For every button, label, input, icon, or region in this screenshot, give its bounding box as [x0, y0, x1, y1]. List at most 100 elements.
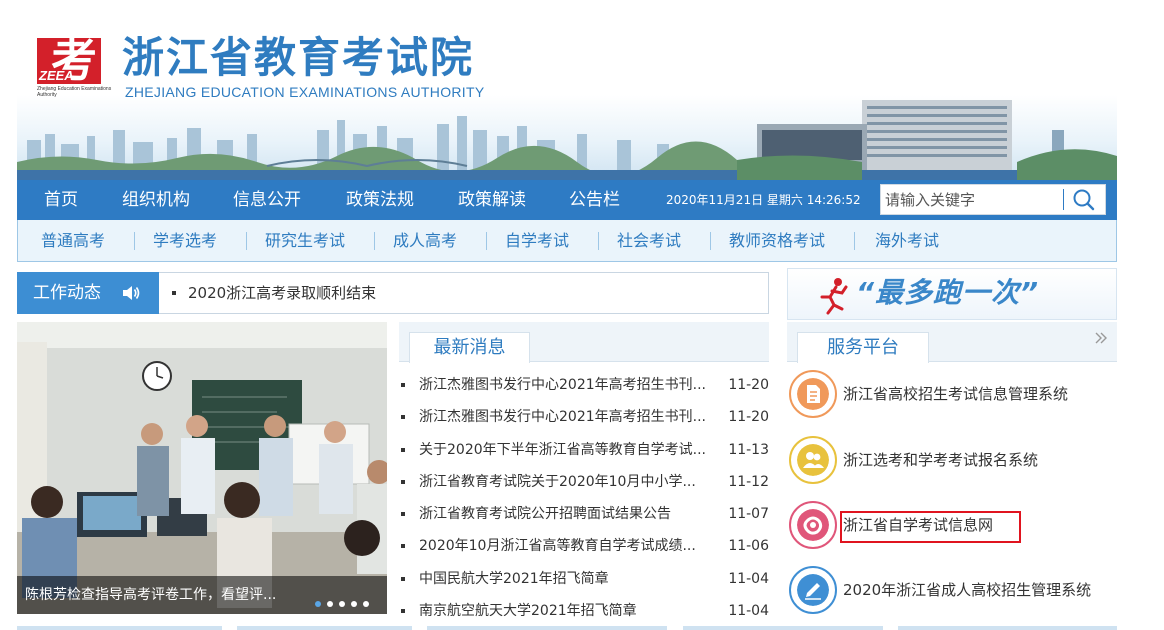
news-date: 11-13 [728, 441, 769, 458]
nav-item-policy-interpretation[interactable]: 政策解读 [458, 180, 526, 220]
subnav-item-graduate[interactable]: 研究生考试 [265, 220, 345, 262]
work-news-label: 工作动态 [17, 272, 159, 314]
subnav-separator [710, 232, 711, 250]
search-input[interactable] [881, 185, 1061, 214]
subnav-separator [486, 232, 487, 250]
site-subtitle: ZHEJIANG EDUCATION EXAMINATIONS AUTHORIT… [125, 84, 485, 100]
nav-item-organization[interactable]: 组织机构 [122, 180, 190, 220]
service-icon-ring [789, 501, 837, 549]
main-nav: 首页 组织机构 信息公开 政策法规 政策解读 公告栏 2020年11月21日 星… [17, 180, 1117, 220]
search-box [880, 184, 1106, 215]
work-news-label-text: 工作动态 [33, 283, 101, 303]
slide-dot[interactable] [363, 601, 369, 607]
subnav-item-overseas[interactable]: 海外考试 [875, 220, 939, 262]
highlight-box [840, 511, 1021, 543]
service-label[interactable]: 浙江选考和学考考试报名系统 [843, 434, 1038, 486]
logo-subtext: Zhejiang Education Examinations Authorit… [37, 86, 112, 98]
bottom-banner-strip [898, 626, 1117, 630]
site-title[interactable]: 浙江省教育考试院 [122, 32, 474, 84]
news-title[interactable]: 浙江省教育考试院关于2020年10月中小学... [419, 466, 724, 498]
latest-news-panel: 最新消息 浙江杰雅图书发行中心2021年高考招生书刊... 11-20 浙江杰雅图… [399, 322, 769, 622]
news-title[interactable]: 关于2020年下半年浙江省高等教育自学考试... [419, 434, 724, 466]
pencil-icon [797, 574, 829, 606]
subnav-separator [246, 232, 247, 250]
current-datetime: 2020年11月21日 星期六 14:26:52 [666, 193, 861, 207]
news-title[interactable]: 中国民航大学2021年招飞简章 [419, 563, 724, 595]
bullet [401, 479, 405, 484]
bullet [401, 447, 405, 452]
logo-emblem: 考 ZEEA [37, 33, 101, 87]
bottom-banner-strip [237, 626, 412, 630]
subnav-item-self-study[interactable]: 自学考试 [505, 220, 569, 262]
nav-item-bulletin[interactable]: 公告栏 [569, 180, 620, 220]
exam-category-nav: 普通高考 学考选考 研究生考试 成人高考 自学考试 社会考试 教师资格考试 海外… [17, 220, 1117, 262]
service-icon-ring [789, 370, 837, 418]
bottom-banner-strip [17, 626, 222, 630]
slide-pagination [315, 592, 375, 611]
subnav-item-gaokao[interactable]: 普通高考 [41, 220, 105, 262]
speaker-icon [123, 286, 140, 300]
latest-news-list: 浙江杰雅图书发行中心2021年高考招生书刊... 11-20 浙江杰雅图书发行中心… [399, 369, 769, 627]
bullet [172, 291, 176, 295]
news-item[interactable]: 浙江省教育考试院公开招聘面试结果公告 11-07 [399, 498, 769, 530]
nav-item-home[interactable]: 首页 [44, 180, 78, 220]
slide-caption-bar: 陈根芳检查指导高考评卷工作，看望评... [17, 576, 387, 614]
news-item[interactable]: 浙江杰雅图书发行中心2021年高考招生书刊... 11-20 [399, 369, 769, 401]
work-news-headline[interactable]: 2020浙江高考录取顺利结束 [188, 273, 376, 313]
news-item[interactable]: 浙江省教育考试院关于2020年10月中小学... 11-12 [399, 466, 769, 498]
slide-dot[interactable] [351, 601, 357, 607]
slide-dot[interactable] [339, 601, 345, 607]
double-chevron-right-icon[interactable] [1093, 330, 1109, 346]
slide-dot[interactable] [327, 601, 333, 607]
service-platform-panel: 服务平台 浙江省高校招生考试信息管理系统 浙江选考和学考考试报名系统 浙江省自学… [787, 322, 1117, 622]
subnav-item-teacher-qualification[interactable]: 教师资格考试 [729, 220, 825, 262]
bullet [401, 512, 405, 517]
service-platform-header: 服务平台 [787, 322, 1117, 363]
tab-latest-news[interactable]: 最新消息 [409, 332, 530, 363]
search-divider [1063, 189, 1064, 210]
photo-slider[interactable]: 陈根芳检查指导高考评卷工作，看望评... [17, 322, 387, 614]
logo[interactable]: 考 ZEEA Zhejiang Education Examinations A… [37, 33, 111, 98]
service-icon-ring [789, 566, 837, 614]
tab-service-platform[interactable]: 服务平台 [797, 332, 929, 363]
subnav-separator [374, 232, 375, 250]
news-title[interactable]: 南京航空航天大学2021年招飞简章 [419, 595, 724, 627]
news-item[interactable]: 关于2020年下半年浙江省高等教育自学考试... 11-13 [399, 434, 769, 466]
network-icon [797, 509, 829, 541]
subnav-item-adult[interactable]: 成人高考 [393, 220, 457, 262]
subnav-separator [854, 232, 855, 250]
service-icon-ring [789, 436, 837, 484]
logo-abbr: ZEEA [39, 68, 74, 83]
news-date: 11-04 [728, 570, 769, 587]
slide-caption[interactable]: 陈根芳检查指导高考评卷工作，看望评... [25, 576, 276, 614]
latest-news-header: 最新消息 [399, 322, 769, 363]
news-item[interactable]: 浙江杰雅图书发行中心2021年高考招生书刊... 11-20 [399, 401, 769, 433]
news-date: 11-20 [728, 409, 769, 426]
service-label[interactable]: 浙江省高校招生考试信息管理系统 [843, 368, 1068, 420]
nav-item-info-disclosure[interactable]: 信息公开 [233, 180, 301, 220]
news-item[interactable]: 中国民航大学2021年招飞简章 11-04 [399, 563, 769, 595]
bottom-banner-strip [683, 626, 883, 630]
promo-text: “最多跑一次” [856, 276, 1040, 309]
news-title[interactable]: 浙江杰雅图书发行中心2021年高考招生书刊... [419, 401, 724, 433]
work-news-bar: 工作动态 2020浙江高考录取顺利结束 [17, 272, 769, 314]
search-icon[interactable] [1071, 188, 1097, 212]
news-item[interactable]: 2020年10月浙江省高等教育自学考试成绩... 11-06 [399, 530, 769, 562]
service-item-admission-system[interactable]: 浙江省高校招生考试信息管理系统 [787, 368, 1117, 424]
bullet [401, 576, 405, 581]
news-title[interactable]: 浙江省教育考试院公开招聘面试结果公告 [419, 498, 724, 530]
nav-item-policies[interactable]: 政策法规 [346, 180, 414, 220]
service-label[interactable]: 2020年浙江省成人高校招生管理系统 [843, 564, 1091, 616]
news-title[interactable]: 2020年10月浙江省高等教育自学考试成绩... [419, 530, 724, 562]
service-item-xuekao-registration[interactable]: 浙江选考和学考考试报名系统 [787, 434, 1117, 490]
subnav-separator [134, 232, 135, 250]
runner-icon [820, 278, 848, 315]
subnav-item-xuekao[interactable]: 学考选考 [153, 220, 217, 262]
news-title[interactable]: 浙江杰雅图书发行中心2021年高考招生书刊... [419, 369, 724, 401]
slide-dot[interactable] [315, 601, 321, 607]
service-item-adult-admission[interactable]: 2020年浙江省成人高校招生管理系统 [787, 564, 1117, 620]
news-item[interactable]: 南京航空航天大学2021年招飞简章 11-04 [399, 595, 769, 627]
bullet [401, 415, 405, 420]
subnav-item-social[interactable]: 社会考试 [617, 220, 681, 262]
promo-banner[interactable]: “最多跑一次” [787, 268, 1117, 320]
